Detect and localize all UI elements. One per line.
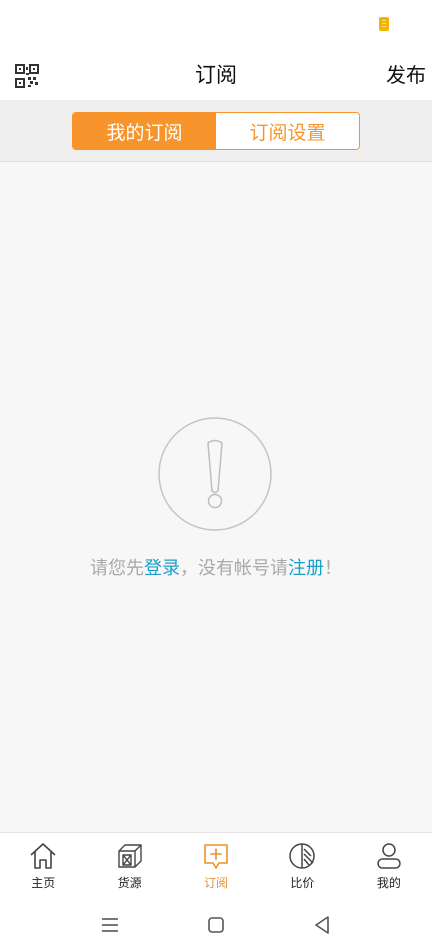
tab-goods[interactable]: 货源 bbox=[86, 833, 172, 902]
subscribe-icon bbox=[204, 844, 228, 869]
prompt-text-before: 请您先 bbox=[90, 558, 144, 579]
register-link[interactable]: 注册 bbox=[288, 558, 324, 579]
tab-subscription-settings[interactable]: 订阅设置 bbox=[216, 113, 359, 149]
tab-label-compare: 比价 bbox=[290, 876, 315, 890]
bottom-tab-bar: 主页 货源 订阅 比价 我的 bbox=[0, 832, 432, 902]
tab-label-home: 主页 bbox=[31, 876, 56, 890]
status-bar bbox=[0, 0, 432, 50]
prompt-text-middle: ，没有帐号请 bbox=[180, 558, 288, 579]
tab-label-subscribe: 订阅 bbox=[204, 876, 229, 890]
menu-icon[interactable] bbox=[97, 912, 123, 938]
login-link[interactable]: 登录 bbox=[144, 558, 180, 579]
tab-home[interactable]: 主页 bbox=[0, 833, 86, 902]
home-square-icon[interactable] bbox=[203, 912, 229, 938]
tab-subscribe[interactable]: 订阅 bbox=[173, 833, 259, 902]
home-icon bbox=[30, 843, 56, 869]
tab-my-subscriptions[interactable]: 我的订阅 bbox=[73, 113, 216, 149]
back-triangle-icon[interactable] bbox=[309, 912, 335, 938]
page-title: 订阅 bbox=[195, 63, 237, 87]
tab-compare[interactable]: 比价 bbox=[259, 833, 345, 902]
box-icon bbox=[117, 844, 142, 868]
publish-button[interactable]: 发布 bbox=[384, 61, 428, 89]
battery-icon bbox=[379, 17, 389, 31]
tab-label-mine: 我的 bbox=[376, 876, 401, 890]
exclamation-circle-icon bbox=[158, 417, 272, 531]
prompt-text-after: ！ bbox=[324, 558, 342, 579]
tab-label-goods: 货源 bbox=[117, 876, 142, 890]
login-prompt: 请您先登录，没有帐号请注册！ bbox=[0, 556, 432, 582]
compare-icon bbox=[289, 843, 316, 869]
segmented-control: 我的订阅 订阅设置 bbox=[72, 112, 360, 150]
tab-mine[interactable]: 我的 bbox=[346, 833, 432, 902]
user-icon bbox=[377, 843, 401, 869]
